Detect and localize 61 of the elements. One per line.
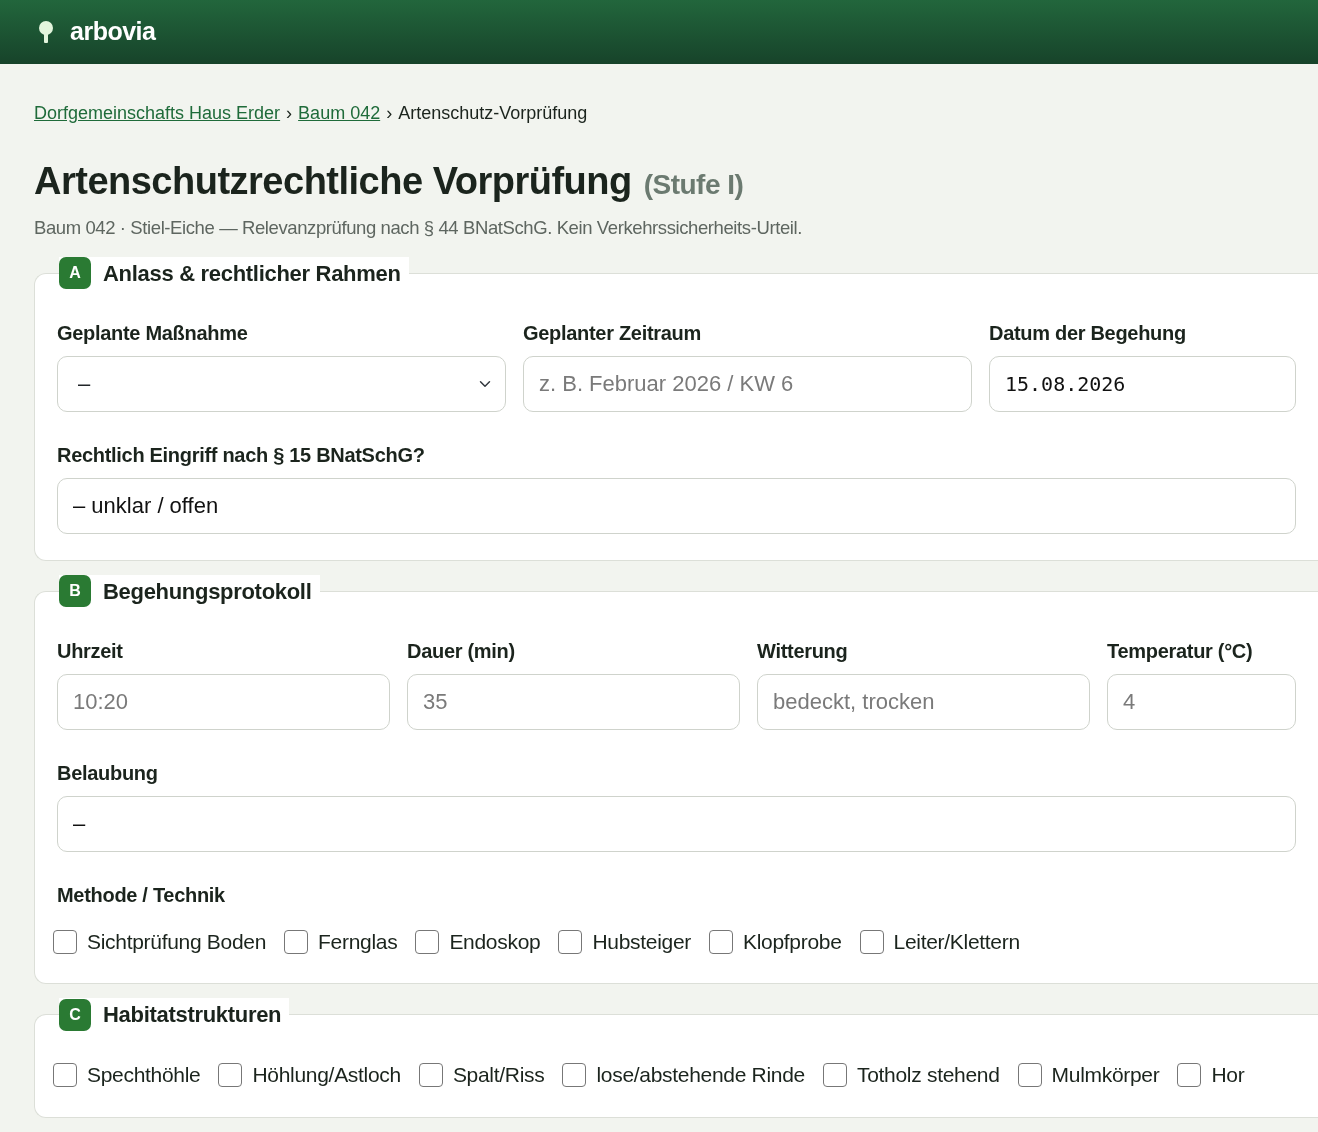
checkbox-label[interactable]: Spalt/Riss — [452, 1059, 545, 1091]
section-letter: B — [59, 575, 91, 608]
checkbox[interactable] — [822, 1063, 847, 1087]
title-suffix: (Stufe I) — [643, 168, 744, 202]
checkbox[interactable] — [558, 929, 583, 954]
input-field[interactable]: – — [57, 795, 1296, 852]
checkbox[interactable] — [1177, 1063, 1202, 1087]
checkbox-label[interactable]: Spechthöhle — [87, 1059, 201, 1091]
checkbox-label[interactable]: Mulmkörper — [1051, 1059, 1160, 1091]
checkbox[interactable] — [284, 929, 309, 954]
checkbox-label[interactable]: Leiter/Klettern — [893, 925, 1020, 958]
select-field[interactable]: – — [57, 355, 506, 412]
checkbox-label[interactable]: lose/abstehende Rinde — [596, 1059, 805, 1091]
field-label: Geplante Maßnahme — [57, 320, 249, 346]
checkbox[interactable] — [53, 929, 77, 954]
checkbox-label[interactable]: Hor — [1211, 1059, 1245, 1091]
field-label: Rechtlich Eingriff nach § 15 BNatSchG? — [57, 442, 426, 468]
section-title: Begehungsprotokoll — [103, 577, 312, 606]
checkbox-label[interactable]: Klopfprobe — [742, 925, 842, 958]
checkbox[interactable] — [859, 929, 884, 954]
input-field[interactable]: 35 — [407, 673, 740, 730]
field-label: Uhrzeit — [57, 638, 124, 664]
input-field[interactable]: – unklar / offen — [57, 477, 1296, 534]
section-title: Anlass & rechtlicher Rahmen — [103, 259, 401, 288]
field-label: Temperatur (°C) — [1107, 638, 1254, 664]
checkbox[interactable] — [708, 929, 733, 954]
checkbox[interactable] — [53, 1063, 77, 1087]
checkbox[interactable] — [418, 1063, 443, 1087]
page-title: Artenschutzrechtliche Vorprüfung — [34, 159, 632, 204]
checkbox[interactable] — [562, 1063, 587, 1087]
breadcrumb-separator: › — [386, 102, 393, 125]
breadcrumb-current: Artenschutz-Vorprüfung — [398, 102, 588, 125]
field-label: Datum der Begehung — [989, 320, 1187, 346]
checkbox-label[interactable]: Hubsteiger — [592, 925, 691, 958]
checkbox-label[interactable]: Höhlung/Astloch — [252, 1059, 401, 1091]
checkbox-label[interactable]: Sichtprüfung Boden — [87, 925, 267, 958]
date-field[interactable]: 15.08.2026 — [989, 355, 1296, 412]
section-letter: C — [59, 998, 91, 1031]
checkbox[interactable] — [218, 1063, 243, 1087]
breadcrumb-separator: › — [286, 102, 293, 125]
input-field[interactable]: z. B. Februar 2026 / KW 6 — [523, 355, 972, 412]
app-name[interactable]: arbovia — [70, 13, 156, 51]
tree-icon — [38, 21, 54, 43]
field-label: Dauer (min) — [407, 638, 516, 664]
field-label: Witterung — [757, 638, 849, 664]
checkbox[interactable] — [415, 929, 440, 954]
field-label: Belaubung — [57, 760, 159, 786]
checkbox-label[interactable]: Fernglas — [318, 925, 398, 958]
field-label: Geplanter Zeitraum — [523, 320, 702, 346]
checkbox-label[interactable]: Totholz stehend — [856, 1059, 1000, 1091]
checkbox-label[interactable]: Endoskop — [449, 925, 541, 958]
checkbox[interactable] — [1017, 1063, 1042, 1087]
section-letter: A — [59, 257, 91, 290]
input-field[interactable]: 4 — [1107, 673, 1296, 730]
breadcrumb-link[interactable]: Dorfgemeinschafts Haus Erder — [34, 100, 281, 127]
page-subtitle: Baum 042 · Stiel-Eiche — Relevanzprüfung nach § 44 BNatSchG. Kein Verkehrssicherheits-Urteil. — [34, 216, 803, 240]
breadcrumb-link[interactable]: Baum 042 — [298, 100, 381, 127]
input-field[interactable]: 10:20 — [57, 673, 390, 730]
input-field[interactable]: bedeckt, trocken — [757, 673, 1090, 730]
section-title: Habitatstrukturen — [103, 1001, 282, 1030]
field-label: Methode / Technik — [57, 882, 226, 908]
